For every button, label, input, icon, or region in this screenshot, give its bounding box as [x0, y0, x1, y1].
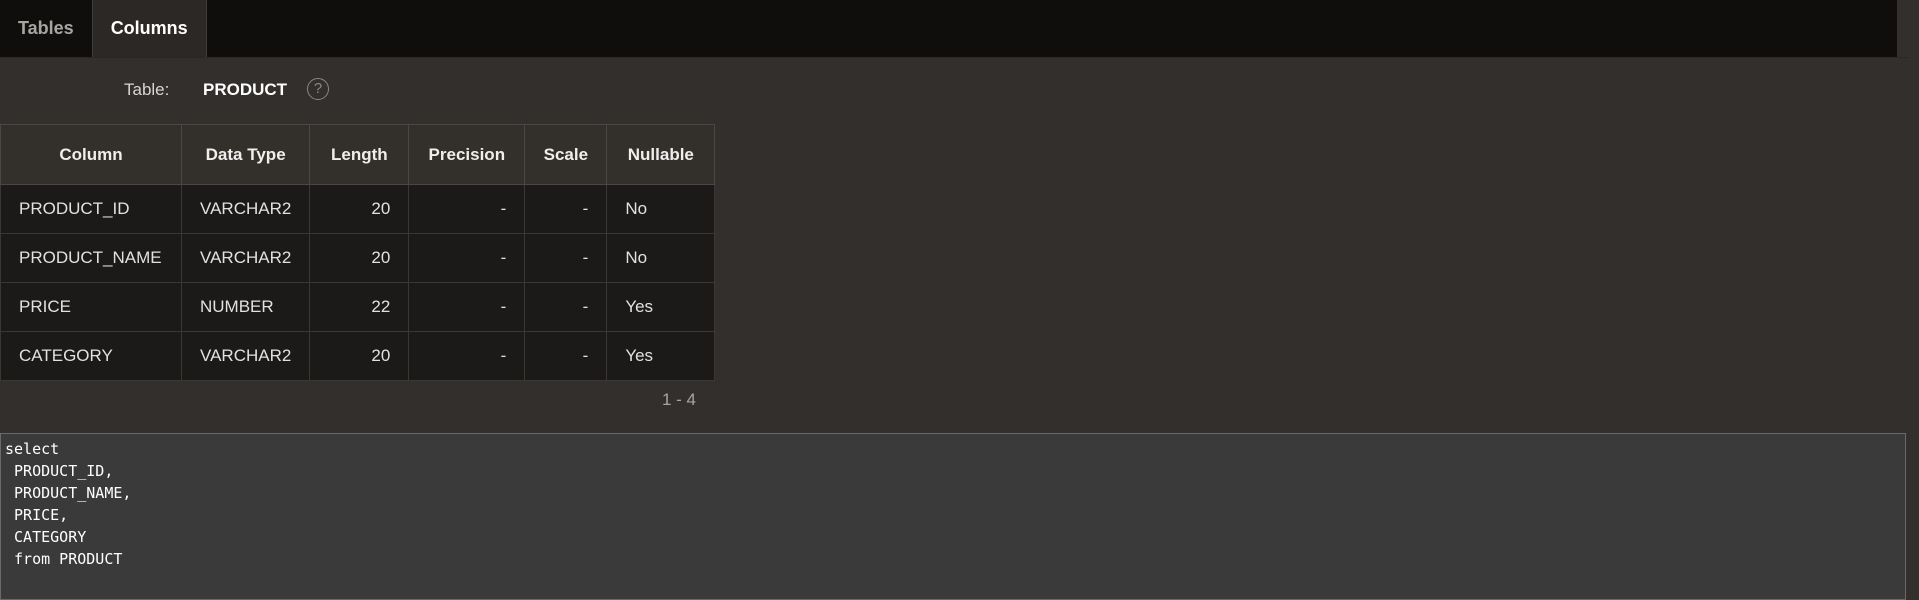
table-label: Table:: [124, 80, 170, 99]
cell-column-name: PRODUCT_ID: [0, 184, 182, 234]
cell-data-type: VARCHAR2: [180, 233, 311, 283]
column-header-precision[interactable]: Precision: [408, 124, 526, 185]
table-header-row: Column Data Type Length Precision Scale …: [0, 124, 716, 185]
tab-columns[interactable]: Columns: [91, 0, 207, 57]
help-icon[interactable]: ?: [307, 78, 329, 100]
cell-nullable: Yes: [606, 331, 716, 381]
column-header-length[interactable]: Length: [309, 124, 410, 185]
cell-length: 20: [309, 184, 410, 234]
cell-length: 22: [309, 282, 410, 332]
cell-nullable: No: [606, 184, 716, 234]
tabbar-edge: [1897, 0, 1908, 57]
table-row: CATEGORY VARCHAR2 20 - - Yes: [0, 331, 716, 381]
columns-table: Column Data Type Length Precision Scale …: [0, 124, 716, 381]
column-header-scale[interactable]: Scale: [524, 124, 608, 185]
cell-precision: -: [408, 233, 526, 283]
table-row: PRODUCT_ID VARCHAR2 20 - - No: [0, 184, 716, 234]
sql-editor[interactable]: select PRODUCT_ID, PRODUCT_NAME, PRICE, …: [0, 433, 1906, 600]
table-row: PRICE NUMBER 22 - - Yes: [0, 282, 716, 332]
cell-scale: -: [524, 331, 608, 381]
sql-line: select: [5, 440, 60, 458]
page: Tables Columns Table: PRODUCT ? Column D…: [0, 0, 1919, 600]
cell-nullable: No: [606, 233, 716, 283]
cell-scale: -: [524, 184, 608, 234]
column-header-data-type[interactable]: Data Type: [180, 124, 311, 185]
cell-scale: -: [524, 233, 608, 283]
tab-bar: Tables Columns: [0, 0, 1908, 58]
table-row: PRODUCT_NAME VARCHAR2 20 - - No: [0, 233, 716, 283]
cell-column-name: CATEGORY: [0, 331, 182, 381]
sql-line: PRICE,: [5, 506, 69, 524]
sql-line: CATEGORY: [5, 528, 87, 546]
cell-scale: -: [524, 282, 608, 332]
table-name-value: PRODUCT: [203, 80, 288, 99]
cell-column-name: PRODUCT_NAME: [0, 233, 182, 283]
cell-nullable: Yes: [606, 282, 716, 332]
cell-precision: -: [408, 282, 526, 332]
column-header-nullable[interactable]: Nullable: [606, 124, 716, 185]
cell-length: 20: [309, 331, 410, 381]
column-header-column[interactable]: Column: [0, 124, 182, 185]
sql-line: from PRODUCT: [5, 550, 123, 568]
table-info-row: Table: PRODUCT ?: [0, 78, 500, 104]
cell-data-type: VARCHAR2: [180, 331, 311, 381]
cell-length: 20: [309, 233, 410, 283]
cell-data-type: VARCHAR2: [180, 184, 311, 234]
cell-data-type: NUMBER: [180, 282, 311, 332]
sql-line: PRODUCT_ID,: [5, 462, 114, 480]
cell-column-name: PRICE: [0, 282, 182, 332]
cell-precision: -: [408, 331, 526, 381]
sql-line: PRODUCT_NAME,: [5, 484, 132, 502]
pagination-range: 1 - 4: [662, 390, 697, 409]
tab-tables[interactable]: Tables: [0, 0, 92, 57]
cell-precision: -: [408, 184, 526, 234]
